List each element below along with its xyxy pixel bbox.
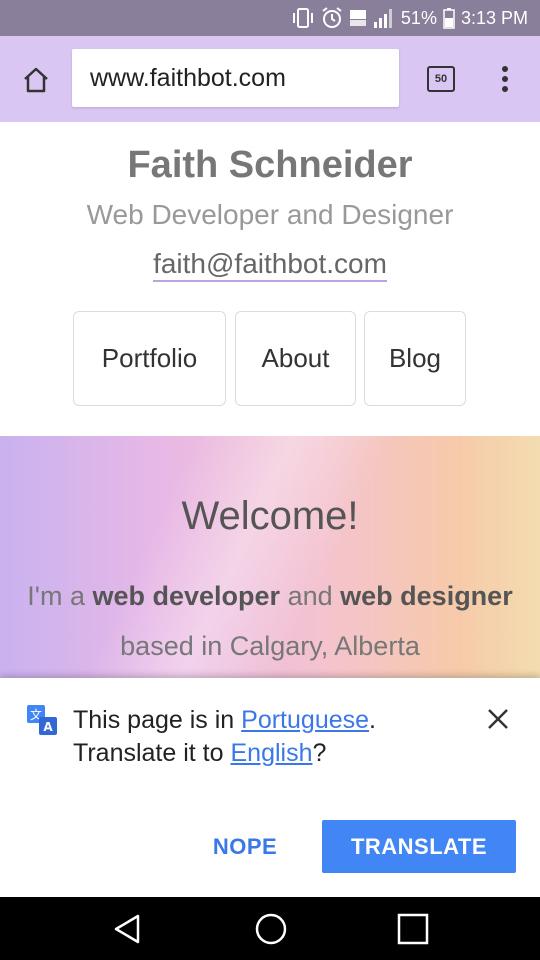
intro-and: and xyxy=(287,581,333,611)
hero-intro-line2: based in Calgary, Alberta xyxy=(120,631,420,661)
back-triangle-icon xyxy=(114,914,140,944)
status-bar: 51% 3:13 PM xyxy=(0,0,540,36)
home-icon xyxy=(24,67,48,93)
menu-dot-icon xyxy=(502,66,508,72)
tab-switcher-button[interactable]: 50 xyxy=(427,66,455,92)
translate-icon: 文 A xyxy=(26,704,58,736)
translate-msg-part1: This page is in xyxy=(73,706,235,734)
status-time: 3:13 PM xyxy=(460,7,528,28)
intro-bold-designer: web designer xyxy=(340,581,513,611)
nope-button[interactable]: NOPE xyxy=(196,821,294,873)
email-link[interactable]: faith@faithbot.com xyxy=(153,248,387,282)
nav-about-button[interactable]: About xyxy=(235,311,356,406)
email-link-wrap: faith@faithbot.com xyxy=(0,248,540,282)
lte-icon xyxy=(349,7,367,29)
translate-button[interactable]: TRANSLATE xyxy=(322,820,516,873)
recent-apps-button[interactable] xyxy=(397,913,429,945)
vibrate-icon xyxy=(291,7,315,29)
nav-blog-button[interactable]: Blog xyxy=(364,311,466,406)
battery-percent: 51% xyxy=(400,7,437,28)
menu-dot-icon xyxy=(502,86,508,92)
home-button[interactable] xyxy=(16,60,56,100)
source-language-link[interactable]: Portuguese xyxy=(241,706,369,734)
url-text: www.faithbot.com xyxy=(90,63,286,92)
hero-section: Welcome! I'm a web developer and web des… xyxy=(0,436,540,678)
translate-msg-part2: . xyxy=(369,706,376,734)
browser-toolbar: www.faithbot.com 50 xyxy=(0,36,540,122)
overflow-menu-button[interactable] xyxy=(492,62,518,96)
tab-count: 50 xyxy=(434,73,448,85)
site-name: Faith Schneider xyxy=(127,144,413,186)
url-bar[interactable]: www.faithbot.com xyxy=(72,49,399,107)
hero-heading: Welcome! xyxy=(181,494,359,538)
nav-portfolio-button[interactable]: Portfolio xyxy=(73,311,226,406)
close-button[interactable] xyxy=(484,705,512,733)
target-language-link[interactable]: English xyxy=(230,739,312,767)
hero-intro-line1: I'm a web developer and web designer xyxy=(0,581,540,612)
intro-prefix: I'm a xyxy=(27,581,85,611)
recent-apps-square-icon xyxy=(397,913,429,945)
alarm-icon xyxy=(321,7,343,29)
menu-dot-icon xyxy=(502,76,508,82)
translate-message: This page is in Portuguese. Translate it… xyxy=(73,704,453,770)
intro-bold-developer: web developer xyxy=(92,581,281,611)
translate-infobar: 文 A This page is in Portuguese. Translat… xyxy=(0,678,540,897)
signal-icon xyxy=(373,7,395,29)
home-circle-icon xyxy=(255,913,287,945)
close-icon xyxy=(488,709,508,729)
back-button[interactable] xyxy=(112,913,144,945)
translate-msg-part4: ? xyxy=(312,739,327,767)
translate-msg-part3: Translate it to xyxy=(73,739,224,767)
home-nav-button[interactable] xyxy=(254,912,288,946)
system-nav-bar xyxy=(0,897,540,960)
battery-icon xyxy=(443,7,455,29)
web-page: Faith Schneider Web Developer and Design… xyxy=(0,122,540,678)
site-tagline: Web Developer and Designer xyxy=(86,199,454,230)
svg-text:A: A xyxy=(43,720,53,734)
